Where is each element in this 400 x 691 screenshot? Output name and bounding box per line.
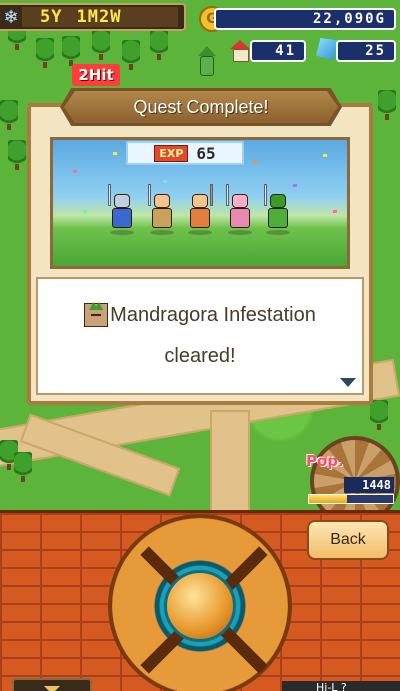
month-week-value: 1M2W <box>76 7 122 27</box>
population-label: Pop. <box>306 452 344 470</box>
exp-reward: EXP 65 <box>126 141 244 165</box>
hero-shadow <box>188 230 212 235</box>
dirt-path <box>210 410 250 510</box>
house-icon <box>230 40 250 62</box>
crystal-counter: 25 <box>336 40 396 62</box>
tree <box>370 400 388 430</box>
staff-icon <box>210 184 213 206</box>
message-line: cleared! <box>164 345 236 367</box>
confetti <box>73 170 77 173</box>
hero-warrior <box>148 184 176 235</box>
adventurer-hat <box>198 46 216 56</box>
calendar-display: ❄ 5Y 1M2W <box>0 3 186 31</box>
date-text: 5Y 1M2W <box>22 7 178 27</box>
hero-knight <box>108 184 136 235</box>
tree <box>8 140 26 170</box>
back-button[interactable]: Back <box>307 520 389 560</box>
hero-ranger <box>264 184 292 235</box>
message-line: Mandragora Infestation <box>38 303 362 327</box>
adventurer-body <box>200 56 214 76</box>
directional-pad[interactable] <box>108 514 292 691</box>
tree <box>150 30 168 60</box>
tree <box>14 452 32 482</box>
hero-shadow <box>150 230 174 235</box>
hero-torso <box>112 208 132 228</box>
hero-head <box>154 194 170 208</box>
sword-icon <box>108 184 111 206</box>
confetti <box>333 210 337 213</box>
tree <box>92 30 110 60</box>
hero-shadow <box>228 230 252 235</box>
hero-priest <box>186 184 214 235</box>
menu-toggle-button[interactable] <box>12 678 92 691</box>
confetti <box>113 152 117 155</box>
hero-head <box>192 194 208 208</box>
confetti <box>83 210 87 213</box>
corner-info[interactable]: Hi-L ? <box>282 681 400 691</box>
combo-hit-badge: 2Hit <box>72 64 120 86</box>
dpad-center-button[interactable] <box>164 570 236 642</box>
confetti <box>323 154 327 157</box>
sword-icon <box>264 184 267 206</box>
gold-counter: 22,090G <box>214 8 396 30</box>
population-value: 1448 <box>344 477 394 493</box>
hero-torso <box>190 208 210 228</box>
mandragora-icon <box>84 303 109 327</box>
hero-shadow <box>110 230 134 235</box>
wandering-adventurer[interactable] <box>196 46 218 76</box>
hero-torso <box>152 208 172 228</box>
hero-mage <box>226 184 254 235</box>
tree <box>62 36 80 66</box>
population-progress <box>308 494 394 504</box>
tree <box>36 38 54 68</box>
confetti <box>253 160 257 163</box>
hero-shadow <box>266 230 290 235</box>
tree <box>122 40 140 70</box>
message-text: Mandragora Infestation <box>110 303 316 326</box>
tree <box>378 90 396 120</box>
snowflake-icon: ❄ <box>3 7 19 28</box>
population-progress-fill <box>309 495 347 503</box>
population-meter[interactable]: Pop. 1448 <box>300 436 400 526</box>
tree <box>0 100 18 130</box>
hero-head <box>270 194 286 208</box>
confetti <box>293 184 297 187</box>
dialog-title: Quest Complete! <box>64 91 338 123</box>
exp-value: 65 <box>196 143 216 163</box>
exp-label: EXP <box>154 144 189 162</box>
next-page-arrow-icon[interactable] <box>340 378 356 387</box>
quest-message-box[interactable]: Mandragora Infestation cleared! <box>36 277 364 395</box>
hero-head <box>114 194 130 208</box>
confetti <box>163 180 167 183</box>
trident-icon <box>226 184 229 206</box>
hero-torso <box>230 208 250 228</box>
sword-icon <box>148 184 151 206</box>
year-value: 5Y <box>40 7 63 27</box>
hero-torso <box>268 208 288 228</box>
hero-head <box>232 194 248 208</box>
house-counter: 41 <box>250 40 306 62</box>
